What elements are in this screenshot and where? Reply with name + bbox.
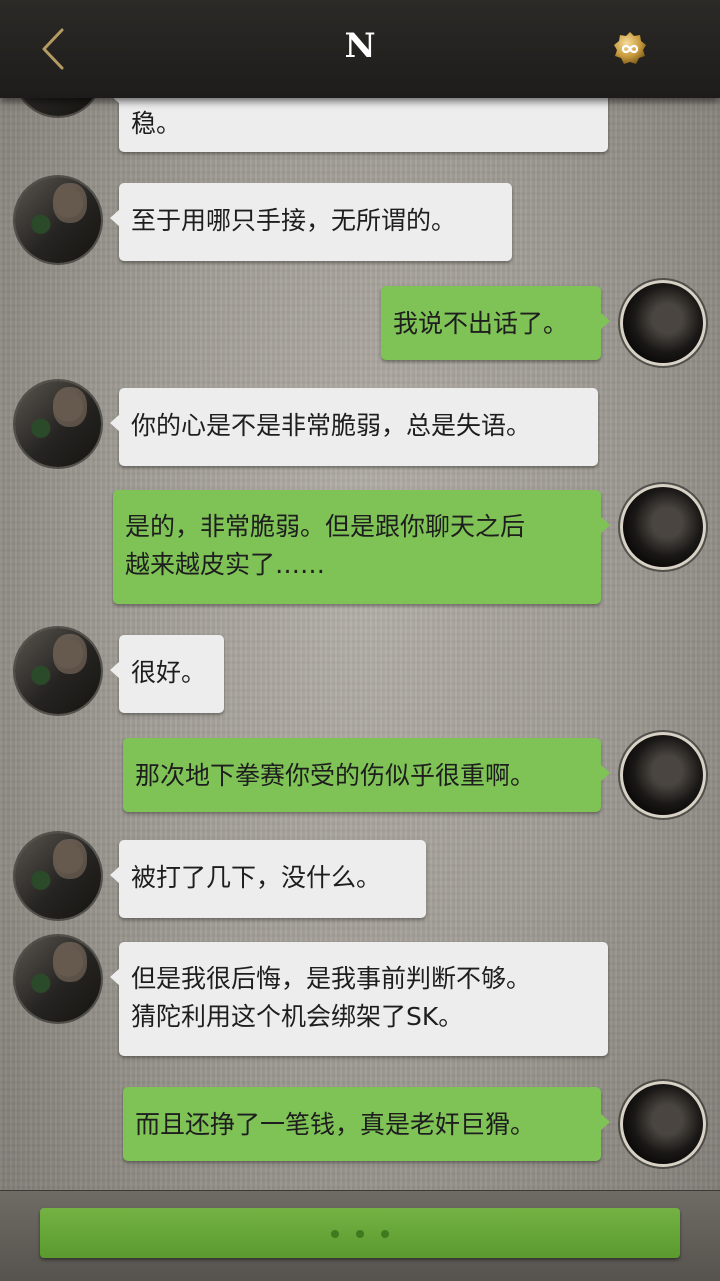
reply-options-button[interactable] xyxy=(40,1208,680,1258)
message-text: 那次地下拳赛你受的伤似乎很重啊。 xyxy=(135,761,536,790)
message-text: 稳。 xyxy=(131,109,182,138)
contact-avatar[interactable] xyxy=(15,628,101,714)
message-bubble[interactable]: 我说不出话了。 xyxy=(381,286,610,360)
message-bubble[interactable]: 但是我很后悔，是我事前判断不够。 猜陀利用这个机会绑架了SK。 xyxy=(110,942,608,1056)
message-list[interactable]: 稳。 至于用哪只手接，无所谓的。 我说不出话了。 你的心是不是非常脆弱，总是失语… xyxy=(0,0,720,1190)
message-text: 是的，非常脆弱。但是跟你聊天之后 xyxy=(125,512,526,541)
message-bubble[interactable]: 很好。 xyxy=(110,635,224,713)
user-avatar[interactable] xyxy=(620,484,706,570)
message-bubble[interactable]: 被打了几下，没什么。 xyxy=(110,840,426,918)
message-bubble[interactable]: 而且还挣了一笔钱，真是老奸巨猾。 xyxy=(123,1087,610,1161)
user-avatar[interactable] xyxy=(620,280,706,366)
user-avatar[interactable] xyxy=(620,732,706,818)
message-text: 而且还挣了一笔钱，真是老奸巨猾。 xyxy=(135,1110,536,1139)
contact-avatar[interactable] xyxy=(15,177,101,263)
message-bubble[interactable]: 是的，非常脆弱。但是跟你聊天之后 越来越皮实了…… xyxy=(113,490,610,604)
contact-avatar[interactable] xyxy=(15,936,101,1022)
message-text: 被打了几下，没什么。 xyxy=(131,863,382,892)
message-text: 越来越皮实了…… xyxy=(125,550,326,579)
message-bubble[interactable]: 那次地下拳赛你受的伤似乎很重啊。 xyxy=(123,738,610,812)
message-bubble[interactable]: 至于用哪只手接，无所谓的。 xyxy=(110,183,512,261)
contact-avatar[interactable] xyxy=(15,833,101,919)
message-bubble[interactable]: 你的心是不是非常脆弱，总是失语。 xyxy=(110,388,598,466)
message-text: 我说不出话了。 xyxy=(393,309,569,338)
bottom-bar xyxy=(0,1190,720,1281)
message-text: 但是我很后悔，是我事前判断不够。 xyxy=(131,964,532,993)
message-text: 至于用哪只手接，无所谓的。 xyxy=(131,206,457,235)
message-text: 你的心是不是非常脆弱，总是失语。 xyxy=(131,411,532,440)
contact-avatar[interactable] xyxy=(15,381,101,467)
top-bar: N xyxy=(0,0,720,98)
message-text: 猜陀利用这个机会绑架了SK。 xyxy=(131,1002,464,1031)
user-avatar[interactable] xyxy=(620,1081,706,1167)
message-text: 很好。 xyxy=(131,658,207,687)
infinity-badge-icon[interactable] xyxy=(612,31,648,67)
